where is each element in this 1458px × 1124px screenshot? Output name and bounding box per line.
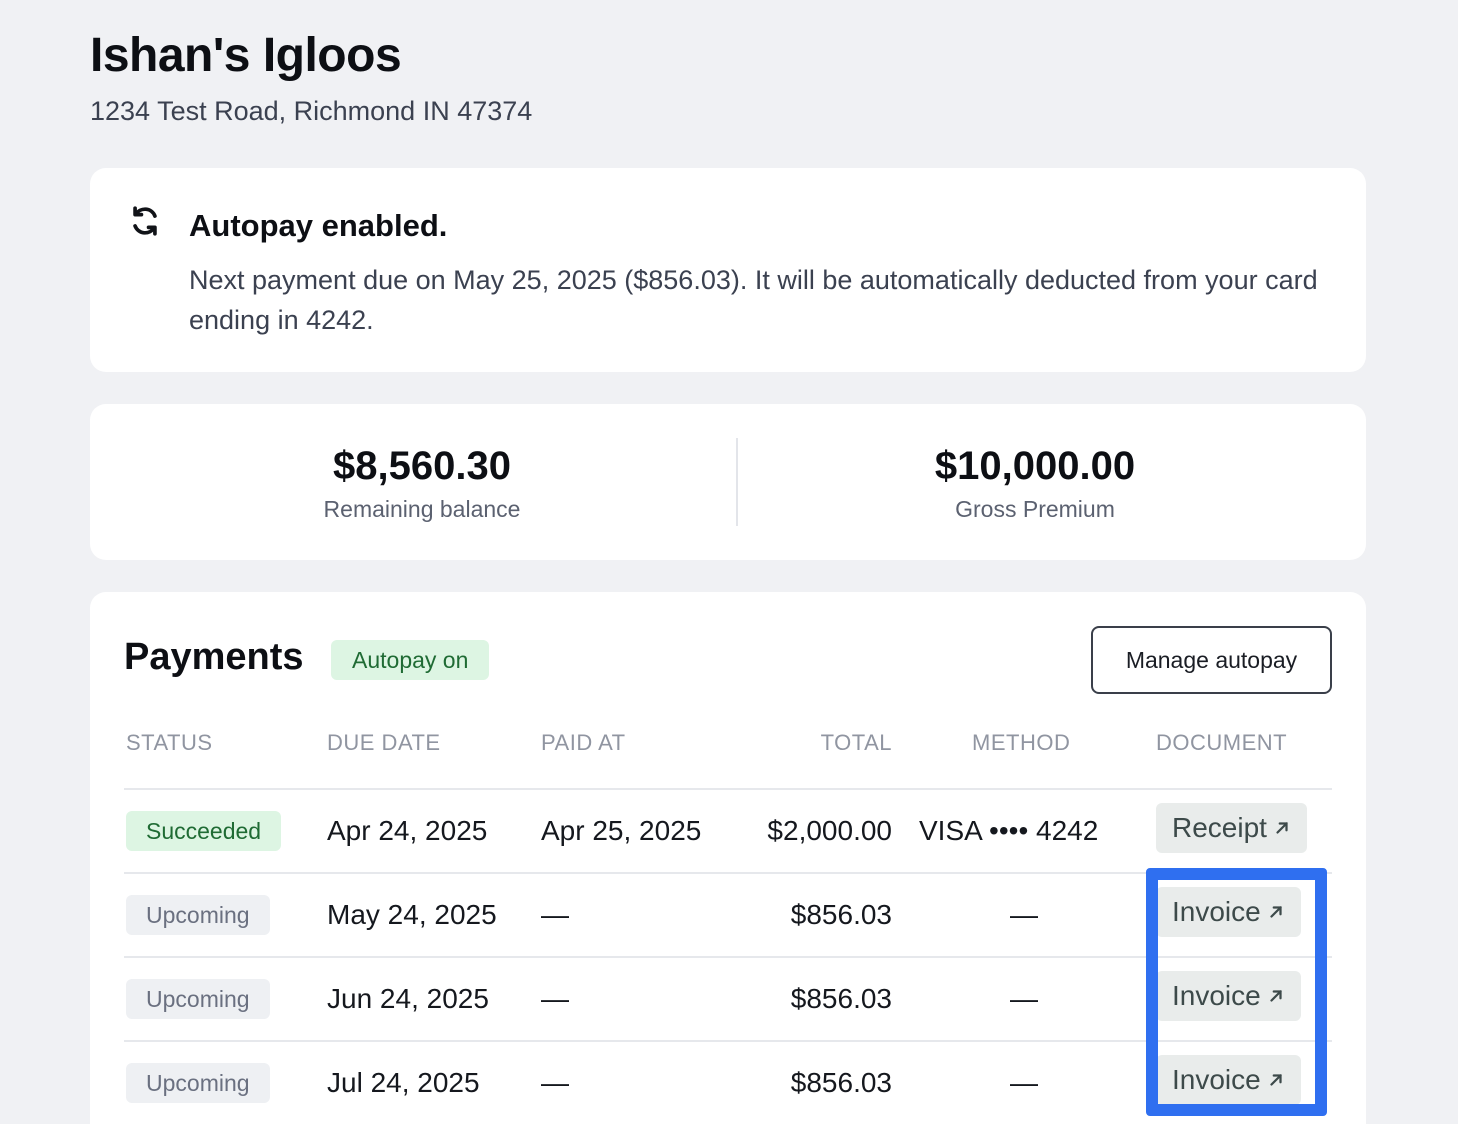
due-date-cell: Jul 24, 2025 bbox=[327, 1067, 480, 1098]
column-header-method: METHOD bbox=[972, 730, 1071, 755]
invoice-button-label: Invoice bbox=[1172, 1064, 1261, 1095]
invoice-button[interactable]: Invoice bbox=[1156, 971, 1301, 1021]
column-header-total: TOTAL bbox=[820, 730, 892, 755]
summary-divider bbox=[736, 438, 738, 526]
column-header-document: DOCUMENT bbox=[1156, 730, 1288, 755]
autopay-banner-title: Autopay enabled. bbox=[189, 208, 448, 243]
total-cell: $2,000.00 bbox=[767, 815, 892, 846]
refresh-icon bbox=[133, 206, 157, 236]
method-cell: — bbox=[1010, 983, 1038, 1014]
total-cell: $856.03 bbox=[790, 899, 892, 930]
gross-premium-label: Gross Premium bbox=[955, 496, 1115, 522]
remaining-balance-value: $8,560.30 bbox=[333, 444, 511, 488]
table-row: Succeeded Apr 24, 2025 Apr 25, 2025 $2,0… bbox=[90, 789, 1366, 873]
payments-title: Payments bbox=[124, 636, 304, 678]
external-link-icon bbox=[1270, 1074, 1282, 1086]
autopay-banner: Autopay enabled. Next payment due on May… bbox=[90, 168, 1366, 372]
gross-premium-value: $10,000.00 bbox=[934, 444, 1136, 488]
status-badge: Succeeded bbox=[126, 811, 282, 851]
invoice-button-label: Invoice bbox=[1172, 896, 1261, 927]
method-cell: — bbox=[1010, 899, 1038, 930]
receipt-button-label: Receipt bbox=[1172, 812, 1267, 843]
paid-at-cell: — bbox=[541, 899, 569, 930]
method-cell: — bbox=[1010, 1067, 1038, 1098]
table-row: Upcoming May 24, 2025 — $856.03 — Invoic… bbox=[90, 873, 1366, 957]
column-header-paid-at: PAID AT bbox=[541, 730, 626, 755]
gross-premium-stat: $10,000.00 Gross Premium bbox=[825, 442, 1245, 523]
invoice-button[interactable]: Invoice bbox=[1156, 887, 1301, 937]
business-name: Ishan's Igloos bbox=[90, 29, 402, 82]
column-header-due-date: DUE DATE bbox=[327, 730, 441, 755]
external-link-icon bbox=[1276, 822, 1288, 834]
due-date-cell: Apr 24, 2025 bbox=[327, 815, 488, 846]
method-cell: VISA •••• 4242 bbox=[919, 815, 1099, 846]
balance-summary: $8,560.30 Remaining balance $10,000.00 G… bbox=[90, 404, 1366, 560]
business-address: 1234 Test Road, Richmond IN 47374 bbox=[90, 96, 533, 126]
manage-autopay-button[interactable]: Manage autopay bbox=[1091, 626, 1332, 694]
total-cell: $856.03 bbox=[790, 1067, 892, 1098]
due-date-cell: May 24, 2025 bbox=[327, 899, 497, 930]
paid-at-cell: — bbox=[541, 983, 569, 1014]
invoice-button-label: Invoice bbox=[1172, 980, 1261, 1011]
external-link-icon bbox=[1270, 990, 1282, 1002]
remaining-balance-stat: $8,560.30 Remaining balance bbox=[212, 442, 632, 523]
table-row: Upcoming Jun 24, 2025 — $856.03 — Invoic… bbox=[90, 957, 1366, 1041]
remaining-balance-label: Remaining balance bbox=[323, 496, 521, 522]
paid-at-cell: — bbox=[541, 1067, 569, 1098]
autopay-banner-message: Next payment due on May 25, 2025 ($856.0… bbox=[189, 265, 1318, 335]
autopay-status-badge: Autopay on bbox=[331, 640, 490, 680]
receipt-button[interactable]: Receipt bbox=[1156, 803, 1307, 853]
table-row: Upcoming Jul 24, 2025 — $856.03 — Invoic… bbox=[90, 1041, 1366, 1124]
external-link-icon bbox=[1270, 906, 1282, 918]
paid-at-cell: Apr 25, 2025 bbox=[541, 815, 702, 846]
status-badge: Upcoming bbox=[126, 895, 270, 935]
payments-card: Payments Autopay on Manage autopay STATU… bbox=[90, 592, 1366, 1124]
status-badge: Upcoming bbox=[126, 1063, 270, 1103]
status-badge: Upcoming bbox=[126, 979, 270, 1019]
total-cell: $856.03 bbox=[790, 983, 892, 1014]
due-date-cell: Jun 24, 2025 bbox=[327, 983, 489, 1014]
invoice-button[interactable]: Invoice bbox=[1156, 1055, 1301, 1105]
page: Ishan's Igloos 1234 Test Road, Richmond … bbox=[0, 0, 1458, 1124]
column-header-status: STATUS bbox=[126, 730, 213, 755]
